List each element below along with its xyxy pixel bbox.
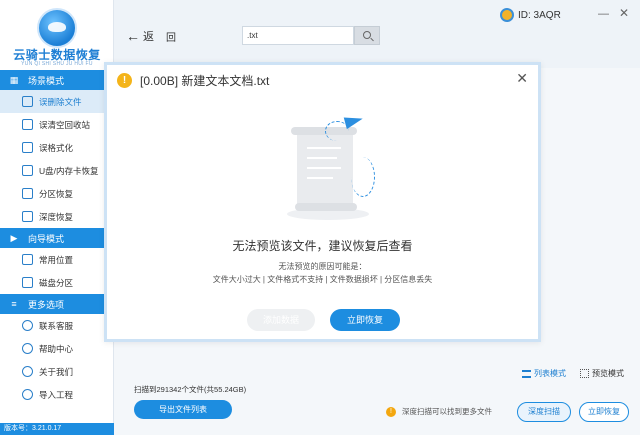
- usb-icon: [22, 165, 33, 176]
- user-id-label: ID: 3AQR: [518, 9, 561, 21]
- back-label-2[interactable]: 回: [166, 29, 176, 44]
- back-button[interactable]: ← 返: [126, 28, 154, 44]
- dialog-close-button[interactable]: ✕: [516, 70, 528, 87]
- minimize-button[interactable]: —: [598, 8, 609, 20]
- sidebar-item-recycle-bin[interactable]: 误清空回收站: [0, 113, 113, 136]
- illustration-line: [307, 177, 333, 179]
- document-illustration-icon: [277, 112, 377, 223]
- sidebar-item-label: 帮助中心: [39, 343, 74, 354]
- sidebar-item-partition[interactable]: 分区恢复: [0, 182, 113, 205]
- logo: 云骑士数据恢复 YUN QI SHI SHU JU HUI FU: [0, 0, 113, 70]
- sidebar-item-deleted-files[interactable]: 误删除文件: [0, 90, 113, 113]
- scene-mode-icon: ▦: [9, 75, 19, 85]
- reasons-list: 文件大小过大 | 文件格式不支持 | 文件数据损坏 | 分区信息丢失: [212, 275, 433, 284]
- sidebar-item-disk-partition[interactable]: 磁盘分区: [0, 271, 113, 294]
- dialog-message: 无法预览该文件，建议恢复后查看: [232, 239, 413, 253]
- sidebar-item-common-locations[interactable]: 常用位置: [0, 248, 113, 271]
- deep-recovery-icon: [22, 211, 33, 222]
- illustration-dash: [325, 121, 349, 141]
- illustration-roll-bottom: [295, 203, 357, 211]
- sidebar-item-label: 误清空回收站: [39, 119, 91, 130]
- list-mode-label: 列表模式: [534, 369, 566, 378]
- deep-scan-button[interactable]: 深度扫描: [517, 402, 571, 422]
- sidebar-item-label: 联系客服: [39, 320, 74, 331]
- sidebar-item-label: 磁盘分区: [39, 277, 74, 288]
- sidebar-item-label: 关于我们: [39, 366, 74, 377]
- location-icon: [22, 254, 33, 265]
- sidebar-item-deep[interactable]: 深度恢复: [0, 205, 113, 228]
- list-icon: [522, 369, 531, 378]
- sidebar-item-about[interactable]: 关于我们: [0, 360, 113, 383]
- back-label: 返: [143, 31, 154, 43]
- preview-dialog: ! [0.00B] 新建文本文档.txt ✕ 无法预览该文件，建议恢复后查看 无…: [104, 62, 541, 342]
- format-icon: [22, 142, 33, 153]
- sidebar-item-label: 深度恢复: [39, 211, 74, 222]
- add-data-button[interactable]: 添加数据: [247, 309, 315, 331]
- menu-icon: ≡: [11, 299, 17, 309]
- sidebar-item-label: U盘/内存卡恢复: [39, 165, 99, 176]
- list-mode-button[interactable]: 列表模式: [522, 368, 566, 379]
- file-icon: [22, 96, 33, 107]
- logo-icon: [37, 8, 77, 48]
- deep-scan-tip: ! 深度扫描可以找到更多文件: [386, 406, 492, 417]
- section-header-wizard: ▶ 向导模式: [0, 228, 113, 248]
- wizard-icon: ▶: [10, 233, 18, 243]
- section-header-more: ≡ 更多选项: [0, 294, 113, 314]
- section-title: 向导模式: [28, 233, 65, 244]
- partition-icon: [22, 188, 33, 199]
- info-icon: [22, 366, 33, 377]
- preview-mode-button[interactable]: 预览模式: [580, 368, 624, 379]
- illustration-paper: [297, 131, 353, 209]
- sidebar-item-format[interactable]: 误格式化: [0, 136, 113, 159]
- recover-now-button[interactable]: 立即恢复: [579, 402, 629, 422]
- sidebar-item-label: 导入工程: [39, 389, 74, 400]
- search-icon: [363, 31, 371, 39]
- section-title: 场景模式: [28, 75, 65, 86]
- user-avatar-icon: [500, 8, 514, 22]
- view-mode-switch: 列表模式 预览模式: [522, 368, 624, 379]
- sidebar-item-label: 误删除文件: [39, 96, 82, 107]
- sidebar-item-usb[interactable]: U盘/内存卡恢复: [0, 159, 113, 182]
- dialog-title-text: [0.00B] 新建文本文档.txt: [140, 74, 270, 88]
- scan-summary: 扫描到291342个文件(共55.24GB): [134, 385, 247, 394]
- reasons-title: 无法预览的原因可能是：: [278, 262, 367, 271]
- search-button[interactable]: [354, 26, 380, 45]
- export-list-button[interactable]: 导出文件列表: [134, 400, 232, 419]
- help-icon: [22, 343, 33, 354]
- headset-icon: [22, 320, 33, 331]
- user-id[interactable]: ID: 3AQR: [500, 8, 561, 22]
- sidebar-item-label: 误格式化: [39, 142, 74, 153]
- sidebar-item-support[interactable]: 联系客服: [0, 314, 113, 337]
- illustration-line: [307, 147, 341, 149]
- version-label: 版本号：3.21.0.17: [0, 423, 114, 435]
- dialog-title: ! [0.00B] 新建文本文档.txt: [117, 72, 269, 89]
- deep-tip-text: 深度扫描可以找到更多文件: [402, 407, 492, 416]
- search-input[interactable]: .txt: [242, 26, 354, 45]
- sidebar-item-label: 常用位置: [39, 254, 74, 265]
- warning-icon: !: [117, 73, 132, 88]
- warning-icon: !: [386, 406, 396, 417]
- illustration-line: [307, 167, 341, 169]
- illustration-line: [307, 157, 337, 159]
- sidebar: 云骑士数据恢复 YUN QI SHI SHU JU HUI FU ▦ 场景模式 …: [0, 0, 114, 435]
- section-header-scene: ▦ 场景模式: [0, 70, 113, 90]
- illustration-dash: [351, 157, 375, 197]
- section-title: 更多选项: [28, 299, 65, 310]
- window-close-button[interactable]: ✕: [619, 6, 629, 20]
- topbar: ← 返 回 .txt ID: 3AQR — ✕: [114, 0, 640, 68]
- sidebar-item-help[interactable]: 帮助中心: [0, 337, 113, 360]
- disk-icon: [22, 277, 33, 288]
- dialog-recover-button[interactable]: 立即恢复: [330, 309, 400, 331]
- sidebar-item-import[interactable]: 导入工程: [0, 383, 113, 406]
- preview-mode-label: 预览模式: [592, 369, 624, 378]
- logo-subtitle: YUN QI SHI SHU JU HUI FU: [21, 61, 93, 67]
- grid-icon: [580, 369, 589, 378]
- arrow-left-icon: ←: [126, 28, 140, 44]
- import-icon: [22, 389, 33, 400]
- trash-icon: [22, 119, 33, 130]
- sidebar-item-label: 分区恢复: [39, 188, 74, 199]
